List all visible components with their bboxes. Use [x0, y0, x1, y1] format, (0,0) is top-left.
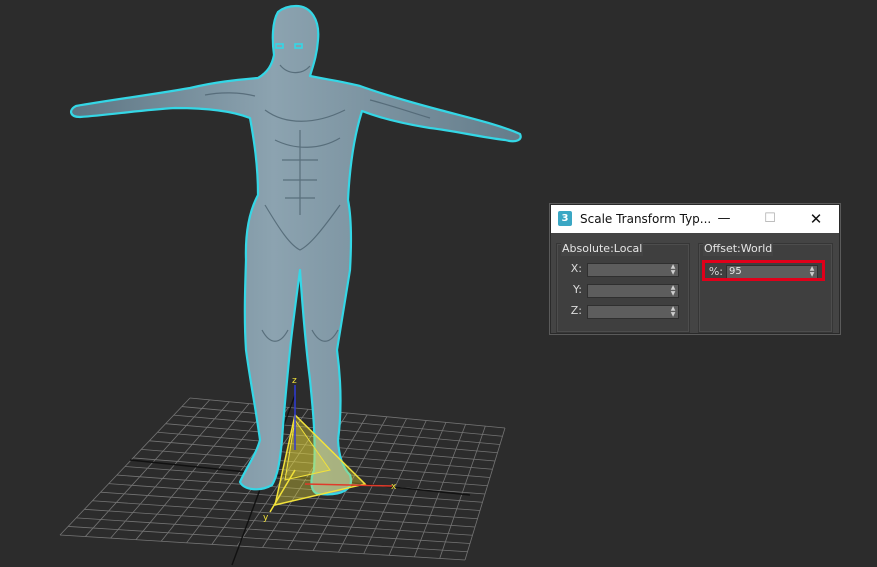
y-spinner[interactable]: ▲ ▼: [587, 284, 679, 298]
dialog-titlebar[interactable]: 3 Scale Transform Typ... — ☐ ✕: [551, 205, 839, 233]
app-logo-icon: 3: [558, 211, 572, 226]
dialog-title: Scale Transform Typ...: [580, 212, 710, 226]
spinner-arrows-icon[interactable]: ▲ ▼: [669, 264, 677, 276]
gizmo-axis-y-label: y: [263, 513, 269, 523]
z-spinner[interactable]: ▲ ▼: [587, 305, 679, 319]
absolute-local-title: Absolute:Local: [561, 242, 644, 256]
offset-world-group: Offset:World %: 95 ▲ ▼: [698, 242, 833, 333]
z-label: Z:: [570, 304, 582, 317]
scale-transform-dialog[interactable]: 3 Scale Transform Typ... — ☐ ✕ Absolute:…: [550, 204, 840, 334]
absolute-local-group: Absolute:Local X: ▲ ▼ Y: ▲ ▼ Z: ▲ ▼: [556, 242, 690, 333]
spinner-arrows-icon[interactable]: ▲ ▼: [669, 306, 677, 318]
gizmo-axis-z-label: z: [292, 376, 297, 386]
close-icon: ✕: [809, 210, 823, 228]
x-spinner[interactable]: ▲ ▼: [587, 263, 679, 277]
maximize-button[interactable]: ☐: [747, 205, 793, 233]
minimize-icon: —: [717, 211, 731, 226]
close-button[interactable]: ✕: [793, 205, 839, 233]
highlight-box: [702, 260, 825, 281]
gizmo-axis-x-label: x: [391, 482, 397, 492]
x-label: X:: [570, 262, 582, 275]
offset-world-title: Offset:World: [703, 242, 774, 256]
maximize-icon: ☐: [764, 211, 776, 226]
minimize-button[interactable]: —: [701, 205, 747, 233]
y-label: Y:: [573, 283, 582, 296]
spinner-arrows-icon[interactable]: ▲ ▼: [669, 285, 677, 297]
